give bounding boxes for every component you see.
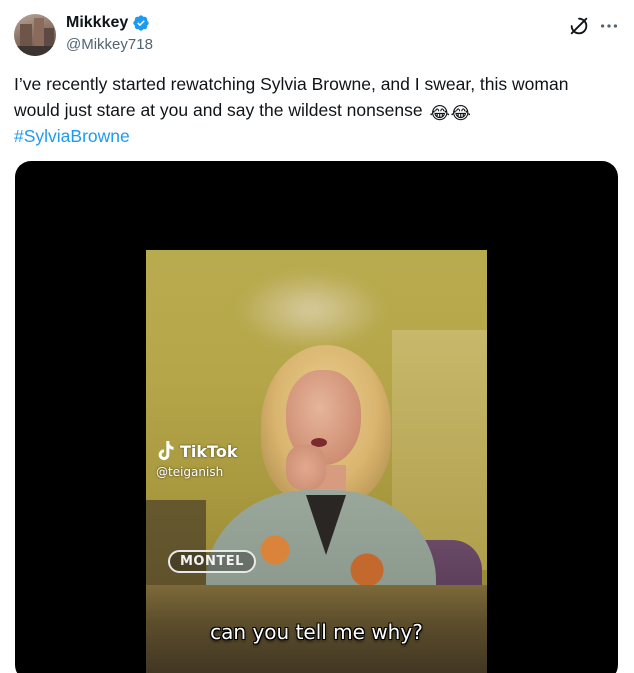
video-caption: can you tell me why? — [210, 620, 423, 644]
user-block: Mikkkey @Mikkey718 — [66, 13, 153, 53]
grok-icon[interactable] — [568, 15, 590, 37]
tiktok-watermark: TikTok — [156, 440, 237, 462]
name-row: Mikkkey — [66, 13, 153, 33]
video-frame: TikTok @teiganish MONTEL can you tell me… — [146, 250, 487, 673]
laughing-emoji-icon: 😂 — [429, 103, 450, 123]
display-name[interactable]: Mikkkey — [66, 14, 128, 32]
person-hand — [286, 445, 326, 490]
montel-logo: MONTEL — [168, 550, 256, 573]
tiktok-brand: TikTok — [180, 441, 238, 461]
handle[interactable]: @Mikkey718 — [66, 36, 153, 53]
avatar[interactable] — [14, 14, 56, 56]
laughing-emoji-icon: 😂 — [450, 103, 471, 123]
tiktok-icon — [156, 440, 176, 462]
background-blur — [236, 270, 386, 350]
tweet-text: I’ve recently started rewatching Sylvia … — [14, 71, 614, 149]
more-icon[interactable] — [598, 15, 620, 37]
video-player[interactable]: TikTok @teiganish MONTEL can you tell me… — [15, 161, 618, 673]
verified-badge-icon — [132, 14, 150, 32]
avatar-ground — [14, 46, 56, 56]
hashtag-link[interactable]: #SylviaBrowne — [14, 123, 614, 149]
tweet-body: I’ve recently started rewatching Sylvia … — [14, 74, 569, 120]
tiktok-username: @teiganish — [156, 465, 224, 479]
